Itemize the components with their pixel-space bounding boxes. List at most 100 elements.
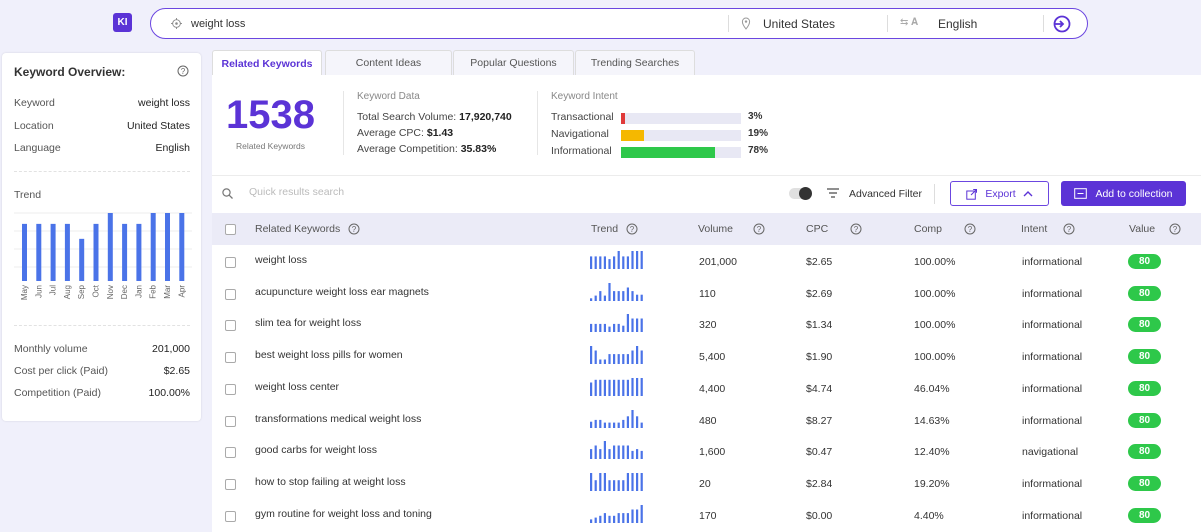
label: Location bbox=[14, 120, 54, 132]
col-cpc[interactable]: CPC? bbox=[806, 223, 862, 235]
keyword-cell[interactable]: slim tea for weight loss bbox=[255, 317, 361, 329]
header-label: Volume bbox=[698, 223, 734, 235]
row-checkbox[interactable] bbox=[225, 478, 236, 490]
help-icon[interactable]: ? bbox=[850, 223, 862, 235]
intent-cell: navigational bbox=[1022, 446, 1079, 459]
keyword-cell[interactable]: acupuncture weight loss ear magnets bbox=[255, 286, 429, 298]
help-icon[interactable]: ? bbox=[753, 223, 765, 235]
sparkline-bar bbox=[631, 409, 634, 428]
tab-content-ideas[interactable]: Content Ideas bbox=[325, 50, 452, 75]
keyword-cell[interactable]: how to stop failing at weight loss bbox=[255, 476, 406, 488]
add-to-collection-button[interactable]: Add to collection bbox=[1061, 181, 1186, 206]
col-intent[interactable]: Intent? bbox=[1021, 223, 1075, 235]
sparkline-bar bbox=[622, 445, 625, 460]
trend-month-label: May bbox=[20, 285, 29, 300]
sparkline-bar bbox=[590, 472, 593, 491]
row-checkbox[interactable] bbox=[225, 383, 236, 395]
quick-results-search-input[interactable] bbox=[249, 186, 499, 198]
col-keyword[interactable]: Related Keywords? bbox=[255, 223, 360, 235]
row-checkbox[interactable] bbox=[225, 352, 236, 364]
intent-row-transactional: Transactional 3% bbox=[551, 111, 762, 128]
search-submit-icon[interactable] bbox=[1051, 15, 1071, 33]
trend-month-label: Jun bbox=[34, 285, 43, 298]
sparkline-bar bbox=[603, 512, 606, 523]
sparkline-bar bbox=[613, 354, 616, 365]
sparkline-bar bbox=[640, 377, 643, 396]
trend-sparkline bbox=[590, 409, 643, 428]
svg-text:?: ? bbox=[181, 67, 186, 76]
trend-bar bbox=[165, 213, 170, 281]
intent-cell: informational bbox=[1022, 256, 1083, 268]
row-checkbox[interactable] bbox=[225, 510, 236, 522]
intent-bar bbox=[621, 113, 741, 124]
trend-sparkline bbox=[590, 504, 643, 523]
sparkline-bar bbox=[613, 290, 616, 301]
filter-toggle[interactable] bbox=[789, 187, 812, 200]
sparkline-bar bbox=[636, 377, 639, 396]
sparkline-bar bbox=[608, 480, 611, 491]
value: $2.65 bbox=[163, 365, 190, 377]
app-logo[interactable]: KI bbox=[113, 13, 132, 32]
row-checkbox[interactable] bbox=[225, 320, 236, 332]
row-checkbox[interactable] bbox=[225, 288, 236, 300]
advanced-filter-button[interactable]: Advanced Filter bbox=[849, 188, 922, 200]
keyword-cell[interactable]: good carbs for weight loss bbox=[255, 444, 377, 456]
label: Monthly volume bbox=[14, 343, 88, 355]
tab-related-keywords[interactable]: Related Keywords bbox=[212, 50, 322, 76]
keyword-cell[interactable]: weight loss center bbox=[255, 381, 339, 393]
label: Average CPC: bbox=[357, 127, 424, 139]
sparkline-bar bbox=[636, 318, 639, 333]
divider bbox=[537, 91, 538, 155]
keyword-cell[interactable]: best weight loss pills for women bbox=[255, 349, 403, 361]
volume-cell: 20 bbox=[699, 477, 711, 490]
target-icon bbox=[171, 18, 182, 29]
trend-sparkline bbox=[590, 314, 643, 333]
comp-cell: 19.20% bbox=[914, 477, 950, 490]
intent-label: Informational bbox=[551, 145, 612, 157]
sparkline-bar bbox=[608, 259, 611, 269]
row-checkbox[interactable] bbox=[225, 415, 236, 427]
help-icon[interactable]: ? bbox=[348, 223, 360, 235]
divider bbox=[887, 15, 888, 32]
header-label: Related Keywords bbox=[255, 223, 341, 235]
header-label: CPC bbox=[806, 223, 829, 235]
sparkline-bar bbox=[594, 445, 597, 460]
tab-trending-searches[interactable]: Trending Searches bbox=[575, 50, 695, 75]
keyword-search-input[interactable] bbox=[191, 15, 591, 32]
help-icon[interactable]: ? bbox=[177, 65, 189, 77]
trend-sparkline bbox=[590, 377, 643, 396]
average-cpc: Average CPC: $1.43 bbox=[357, 127, 512, 139]
keyword-cell[interactable]: transformations medical weight loss bbox=[255, 413, 421, 425]
overview-language: Language English bbox=[14, 142, 190, 154]
help-icon[interactable]: ? bbox=[964, 223, 976, 235]
col-value[interactable]: Value? bbox=[1129, 223, 1181, 235]
col-trend[interactable]: Trend? bbox=[591, 223, 638, 235]
comp-cell: 100.00% bbox=[914, 256, 956, 268]
keyword-cell[interactable]: weight loss bbox=[255, 254, 307, 266]
select-all-checkbox[interactable] bbox=[225, 224, 236, 235]
row-checkbox[interactable] bbox=[225, 257, 236, 268]
sparkline-bar bbox=[590, 518, 593, 523]
row-checkbox[interactable] bbox=[225, 447, 236, 459]
value-badge: 80 bbox=[1128, 475, 1161, 491]
location-select[interactable]: United States bbox=[763, 17, 835, 31]
help-icon[interactable]: ? bbox=[1169, 223, 1181, 235]
language-select[interactable]: English bbox=[938, 17, 977, 31]
col-volume[interactable]: Volume? bbox=[698, 223, 765, 235]
help-icon[interactable]: ? bbox=[1063, 223, 1075, 235]
sparkline-bar bbox=[626, 415, 629, 428]
keyword-cell[interactable]: gym routine for weight loss and toning bbox=[255, 508, 432, 520]
header-label: Trend bbox=[591, 223, 619, 235]
folder-icon bbox=[1074, 188, 1088, 199]
sparkline-bar bbox=[613, 422, 616, 428]
sparkline-bar bbox=[617, 354, 620, 365]
value-badge: 80 bbox=[1128, 285, 1161, 301]
help-icon[interactable]: ? bbox=[626, 223, 638, 235]
sparkline-bar bbox=[599, 515, 602, 523]
sparkline-bar bbox=[590, 382, 593, 396]
export-button[interactable]: Export bbox=[950, 181, 1049, 206]
tab-popular-questions[interactable]: Popular Questions bbox=[453, 50, 574, 75]
intent-bar bbox=[621, 130, 741, 141]
trend-bar bbox=[136, 223, 142, 281]
col-comp[interactable]: Comp? bbox=[914, 223, 976, 235]
